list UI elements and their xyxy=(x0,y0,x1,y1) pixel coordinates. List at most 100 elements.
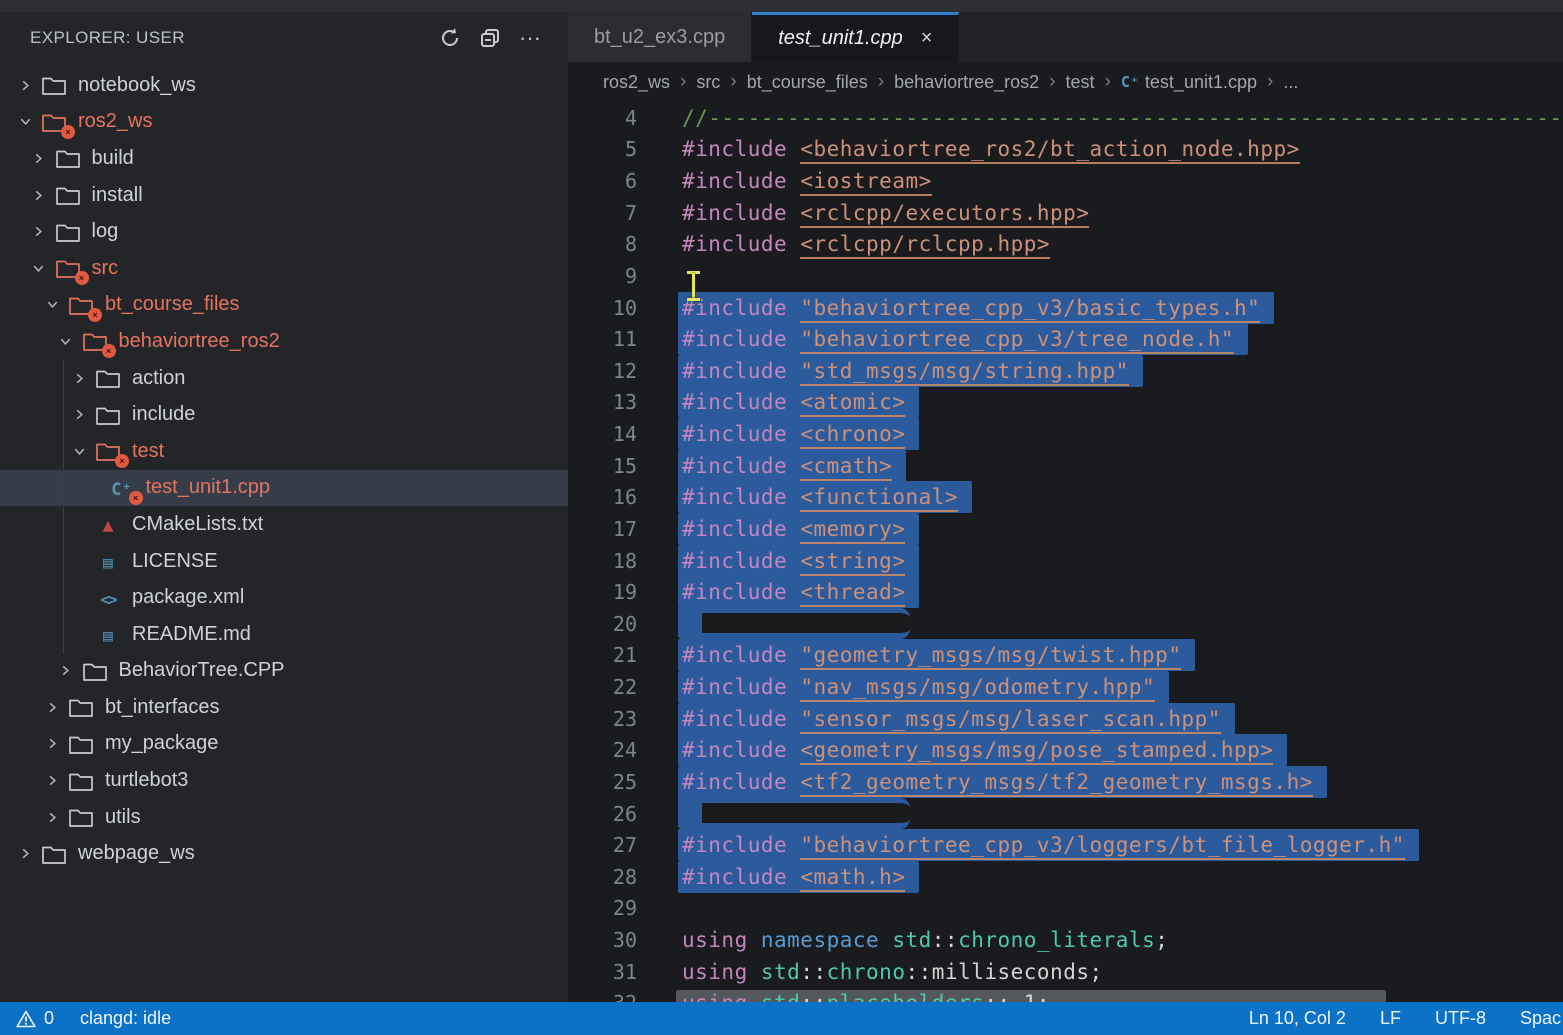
chevron-right-icon[interactable] xyxy=(26,222,52,242)
line-number[interactable]: 28 xyxy=(568,865,637,889)
tree-row-notebook_ws[interactable]: notebook_ws xyxy=(0,67,568,104)
tree-row-webpage_ws[interactable]: webpage_ws xyxy=(0,835,568,872)
tree-row-my_package[interactable]: my_package xyxy=(0,726,568,763)
code-line-4[interactable]: 4//-------------------------------------… xyxy=(568,102,1563,134)
chevron-right-icon[interactable] xyxy=(39,734,65,754)
cursor-position[interactable]: Ln 10, Col 2 xyxy=(1249,1008,1346,1029)
close-icon[interactable]: × xyxy=(921,27,933,50)
code-line-32[interactable]: 32using std::placeholders::_1; xyxy=(568,988,1563,1003)
line-number[interactable]: 4 xyxy=(568,106,637,130)
line-number[interactable]: 12 xyxy=(568,359,637,383)
chevron-down-icon[interactable] xyxy=(12,112,38,132)
tree-row-include[interactable]: include xyxy=(0,396,568,433)
code-line-31[interactable]: 31using std::chrono::milliseconds; xyxy=(568,956,1563,988)
eol-indicator[interactable]: LF xyxy=(1380,1008,1401,1029)
code-line-7[interactable]: 7#include <rclcpp/executors.hpp> xyxy=(568,197,1563,229)
chevron-down-icon[interactable] xyxy=(53,331,79,351)
tree-row-log[interactable]: log xyxy=(0,213,568,250)
line-number[interactable]: 32 xyxy=(568,991,637,1002)
code-line-26[interactable]: 26 xyxy=(568,798,1563,830)
code-line-11[interactable]: 11#include "behaviortree_cpp_v3/tree_nod… xyxy=(568,323,1563,355)
code-line-24[interactable]: 24#include <geometry_msgs/msg/pose_stamp… xyxy=(568,735,1563,767)
tree-row-ros2_ws[interactable]: ×ros2_ws xyxy=(0,104,568,141)
code-line-8[interactable]: 8#include <rclcpp/rclcpp.hpp> xyxy=(568,229,1563,261)
breadcrumb-item-test[interactable]: test xyxy=(1066,72,1095,93)
tab-test_unit1.cpp[interactable]: test_unit1.cpp× xyxy=(752,12,959,62)
chevron-right-icon[interactable] xyxy=(26,148,52,168)
code-line-28[interactable]: 28#include <math.h> xyxy=(568,861,1563,893)
code-line-10[interactable]: 10#include "behaviortree_cpp_v3/basic_ty… xyxy=(568,292,1563,324)
tree-row-README.md[interactable]: ▤README.md xyxy=(0,616,568,653)
tab-bt_u2_ex3.cpp[interactable]: bt_u2_ex3.cpp xyxy=(568,12,752,62)
line-number[interactable]: 30 xyxy=(568,928,637,952)
line-number[interactable]: 16 xyxy=(568,485,637,509)
chevron-right-icon[interactable] xyxy=(12,844,38,864)
tree-row-build[interactable]: build xyxy=(0,140,568,177)
tree-row-turtlebot3[interactable]: turtlebot3 xyxy=(0,762,568,799)
refresh-explorer-button[interactable] xyxy=(430,21,470,55)
chevron-down-icon[interactable] xyxy=(66,441,92,461)
tree-row-BehaviorTree.CPP[interactable]: BehaviorTree.CPP xyxy=(0,653,568,690)
tree-row-behaviortree_ros2[interactable]: ×behaviortree_ros2 xyxy=(0,323,568,360)
code-line-19[interactable]: 19#include <thread> xyxy=(568,576,1563,608)
line-number[interactable]: 6 xyxy=(568,169,637,193)
line-number[interactable]: 24 xyxy=(568,738,637,762)
code-line-20[interactable]: 20 xyxy=(568,608,1563,640)
tree-row-utils[interactable]: utils xyxy=(0,799,568,836)
chevron-right-icon[interactable] xyxy=(53,661,79,681)
tree-row-test_unit1.cpp[interactable]: C⁺×test_unit1.cpp xyxy=(0,470,568,507)
line-number[interactable]: 23 xyxy=(568,707,637,731)
breadcrumb-item-ros2_ws[interactable]: ros2_ws xyxy=(603,72,670,93)
code-line-12[interactable]: 12#include "std_msgs/msg/string.hpp" xyxy=(568,355,1563,387)
chevron-right-icon[interactable] xyxy=(26,185,52,205)
encoding-indicator[interactable]: UTF-8 xyxy=(1435,1008,1486,1029)
code-editor[interactable]: 4//-------------------------------------… xyxy=(568,102,1563,1002)
tree-row-action[interactable]: action xyxy=(0,360,568,397)
line-number[interactable]: 15 xyxy=(568,454,637,478)
line-number[interactable]: 17 xyxy=(568,517,637,541)
collapse-folders-button[interactable] xyxy=(470,21,510,55)
line-number[interactable]: 21 xyxy=(568,643,637,667)
line-number[interactable]: 20 xyxy=(568,612,637,636)
code-line-22[interactable]: 22#include "nav_msgs/msg/odometry.hpp" xyxy=(568,671,1563,703)
chevron-right-icon[interactable] xyxy=(66,368,92,388)
code-line-29[interactable]: 29 xyxy=(568,893,1563,925)
breadcrumb-item-...[interactable]: ... xyxy=(1283,72,1298,93)
code-line-5[interactable]: 5#include <behaviortree_ros2/bt_action_n… xyxy=(568,134,1563,166)
line-number[interactable]: 22 xyxy=(568,675,637,699)
tree-row-CMakeLists.txt[interactable]: ▲CMakeLists.txt xyxy=(0,506,568,543)
code-line-15[interactable]: 15#include <cmath> xyxy=(568,450,1563,482)
chevron-down-icon[interactable] xyxy=(39,295,65,315)
chevron-right-icon[interactable] xyxy=(39,697,65,717)
line-number[interactable]: 25 xyxy=(568,770,637,794)
line-number[interactable]: 5 xyxy=(568,137,637,161)
code-line-30[interactable]: 30using namespace std::chrono_literals; xyxy=(568,924,1563,956)
line-number[interactable]: 10 xyxy=(568,296,637,320)
clangd-status[interactable]: clangd: idle xyxy=(80,1008,171,1029)
code-line-16[interactable]: 16#include <functional> xyxy=(568,482,1563,514)
line-number[interactable]: 14 xyxy=(568,422,637,446)
breadcrumb-item-test_unit1.cpp[interactable]: test_unit1.cpp xyxy=(1145,72,1257,93)
line-number[interactable]: 19 xyxy=(568,580,637,604)
code-line-13[interactable]: 13#include <atomic> xyxy=(568,387,1563,419)
code-line-21[interactable]: 21#include "geometry_msgs/msg/twist.hpp" xyxy=(568,640,1563,672)
breadcrumb-item-src[interactable]: src xyxy=(696,72,720,93)
tree-row-bt_interfaces[interactable]: bt_interfaces xyxy=(0,689,568,726)
code-line-23[interactable]: 23#include "sensor_msgs/msg/laser_scan.h… xyxy=(568,703,1563,735)
code-line-9[interactable]: 9 xyxy=(568,260,1563,292)
chevron-right-icon[interactable] xyxy=(12,75,38,95)
line-number[interactable]: 31 xyxy=(568,960,637,984)
chevron-down-icon[interactable] xyxy=(26,258,52,278)
line-number[interactable]: 27 xyxy=(568,833,637,857)
code-line-17[interactable]: 17#include <memory> xyxy=(568,513,1563,545)
tree-row-test[interactable]: ×test xyxy=(0,433,568,470)
breadcrumb-item-behaviortree_ros2[interactable]: behaviortree_ros2 xyxy=(894,72,1039,93)
tree-row-package.xml[interactable]: <>package.xml xyxy=(0,579,568,616)
line-number[interactable]: 11 xyxy=(568,327,637,351)
line-number[interactable]: 18 xyxy=(568,549,637,573)
line-number[interactable]: 7 xyxy=(568,201,637,225)
tree-row-LICENSE[interactable]: ▤LICENSE xyxy=(0,543,568,580)
line-number[interactable]: 9 xyxy=(568,264,637,288)
tree-row-src[interactable]: ×src xyxy=(0,250,568,287)
code-line-25[interactable]: 25#include <tf2_geometry_msgs/tf2_geomet… xyxy=(568,766,1563,798)
